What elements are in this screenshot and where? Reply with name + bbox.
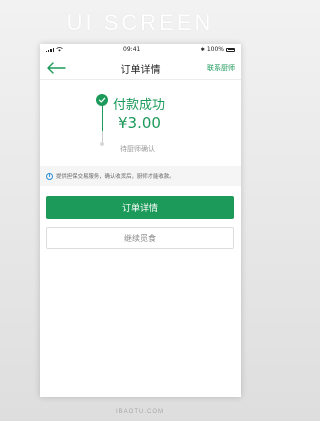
payment-amount: ¥3.00 xyxy=(118,114,161,132)
pending-status: 待厨师确认 xyxy=(120,145,155,153)
contact-chef-link[interactable]: 联系厨师 xyxy=(207,63,235,73)
timeline-line-active xyxy=(101,105,103,131)
bluetooth-icon: ✱ xyxy=(200,46,205,53)
signal-icon xyxy=(46,47,54,52)
nav-bar: 订单详情 联系厨师 xyxy=(40,57,241,80)
payment-status: 付款成功 xyxy=(113,98,166,113)
wifi-icon xyxy=(55,47,63,52)
info-text: 提供担保交易服务，确认收货后，厨师才能收款。 xyxy=(56,174,175,180)
battery-percent: 100% xyxy=(206,46,224,53)
info-notice: i 提供担保交易服务，确认收货后，厨师才能收款。 xyxy=(40,166,241,186)
status-bar: 09:41 ✱ 100% xyxy=(40,44,241,55)
timeline-end-dot xyxy=(100,142,104,146)
status-time: 09:41 xyxy=(123,46,141,53)
order-details-button[interactable]: 订单详情 xyxy=(46,196,234,219)
phone-screen: 09:41 ✱ 100% 订单详情 联系厨师 付款成功 ¥3.00 待厨师确认 … xyxy=(40,44,241,397)
banner-title: UI SCREEN xyxy=(66,10,214,35)
watermark: IBAOTU.COM xyxy=(115,409,164,415)
continue-browsing-button[interactable]: 继续觅食 xyxy=(46,227,234,249)
info-icon: i xyxy=(46,172,53,180)
signal-group xyxy=(46,47,63,52)
status-right: ✱ 100% xyxy=(201,46,235,53)
battery-icon xyxy=(226,47,235,52)
